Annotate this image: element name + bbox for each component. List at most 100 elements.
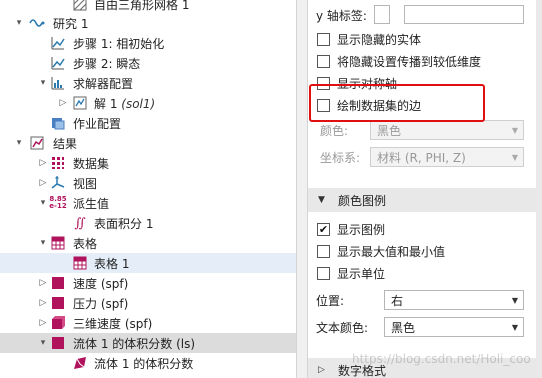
legend-position-label: 位置:: [316, 293, 345, 308]
tree-item-step1[interactable]: 步骤 1: 相初始化: [0, 33, 296, 53]
tree-item-label: 派生值: [73, 196, 110, 211]
collapse-icon[interactable]: ▾: [14, 138, 24, 148]
tree-item-label: 步骤 2: 瞬态: [73, 56, 141, 71]
tree-item-results[interactable]: ▾ 结果: [0, 133, 296, 153]
tree-item-velocity[interactable]: ▷ 速度 (spf): [0, 273, 296, 293]
tree-item-label: 流体 1 的体积分数 (ls): [73, 336, 196, 351]
expand-icon[interactable]: ▷: [38, 318, 48, 328]
tree-item-views[interactable]: ▷ 视图: [0, 173, 296, 193]
show-legend-checkbox[interactable]: ✔: [317, 222, 330, 236]
y-axis-label-row: y 轴标签:: [308, 4, 536, 26]
tree-item-fluid-volume-fraction[interactable]: ▾ 流体 1 的体积分数 (ls): [0, 333, 296, 353]
expand-icon[interactable]: ▷: [38, 298, 48, 308]
plot-group-icon: [50, 295, 66, 311]
legend-text-color-select[interactable]: 黑色 ▼: [384, 317, 524, 337]
tree-item-study[interactable]: ▾ 研究 1: [0, 13, 296, 33]
collapse-icon[interactable]: ▾: [38, 238, 48, 248]
plot-group-3d-icon: [50, 315, 66, 331]
propagate-hiding-checkbox[interactable]: [317, 54, 330, 68]
edge-color-row: 颜色: 黑色 ▼: [308, 119, 536, 141]
solution-icon: [72, 95, 88, 111]
settings-scrollbar[interactable]: [536, 0, 542, 378]
show-symmetry-axis-row[interactable]: 显示对称轴: [308, 72, 536, 94]
show-max-min-row[interactable]: 显示最大值和最小值: [308, 240, 536, 262]
expand-icon: ▷: [318, 365, 325, 375]
plot-group-icon: [50, 275, 66, 291]
coord-system-label: 坐标系:: [320, 150, 361, 165]
legend-position-select[interactable]: 右 ▼: [384, 290, 524, 310]
chevron-down-icon: ▼: [511, 152, 518, 162]
coord-system-select[interactable]: 材料 (R, PHI, Z) ▼: [370, 147, 524, 167]
tree-item-label: 三维速度 (spf): [73, 316, 153, 331]
show-units-checkbox[interactable]: [317, 266, 330, 280]
study-icon: [29, 15, 45, 31]
results-icon: [29, 135, 45, 151]
table-icon: [72, 255, 88, 271]
expand-icon[interactable]: ▷: [38, 278, 48, 288]
tree-item-3d-velocity[interactable]: ▷ 三维速度 (spf): [0, 313, 296, 333]
tree-item-derived-values[interactable]: ▾ 8.85 e-12 派生值: [0, 193, 296, 213]
tree-item-label: 研究 1: [53, 16, 89, 31]
collapse-icon: ▼: [318, 195, 325, 205]
coord-system-value: 材料 (R, PHI, Z): [377, 150, 466, 165]
edge-color-label: 颜色:: [320, 123, 349, 138]
color-legend-section-header[interactable]: ▼ 颜色图例: [308, 188, 536, 212]
collapse-icon[interactable]: ▾: [14, 18, 24, 28]
show-max-min-checkbox[interactable]: [317, 244, 330, 258]
show-legend-row[interactable]: ✔ 显示图例: [308, 218, 536, 240]
draw-dataset-edges-checkbox[interactable]: [317, 98, 330, 112]
collapse-icon[interactable]: ▾: [38, 198, 48, 208]
expand-icon[interactable]: ▷: [38, 158, 48, 168]
expand-icon[interactable]: ▷: [38, 178, 48, 188]
tree-item-free-triangular-mesh[interactable]: 自由三角形网格 1: [0, 0, 296, 14]
tree-item-table1[interactable]: 表格 1: [0, 253, 296, 273]
tree-item-datasets[interactable]: ▷ 数据集: [0, 153, 296, 173]
edge-color-select[interactable]: 黑色 ▼: [370, 120, 524, 140]
expand-icon[interactable]: ▷: [58, 98, 68, 108]
step-icon: [50, 35, 66, 51]
tree-item-label: 流体 1 的体积分数: [94, 356, 194, 371]
tree-item-tables[interactable]: ▾ 表格: [0, 233, 296, 253]
tree-item-label: 数据集: [73, 156, 110, 171]
coord-system-row: 坐标系: 材料 (R, PHI, Z) ▼: [308, 146, 536, 168]
show-units-row[interactable]: 显示单位: [308, 262, 536, 284]
show-hidden-entities-label: 显示隐藏的实体: [337, 32, 422, 47]
derived-values-icon: 8.85 e-12: [49, 195, 67, 210]
collapse-icon[interactable]: ▾: [38, 78, 48, 88]
watermark: https://blog.csdn.net/Holi_coo: [352, 352, 531, 366]
tree-item-label: 解 1 (sol1): [94, 96, 156, 111]
tree-item-fluid-volume-fraction-surface[interactable]: 流体 1 的体积分数: [0, 353, 296, 373]
tree-item-label: 结果: [53, 136, 78, 151]
tree-item-job-configurations[interactable]: 作业配置: [0, 113, 296, 133]
table-icon: [50, 235, 66, 251]
show-hidden-entities-row[interactable]: 显示隐藏的实体: [308, 28, 536, 50]
plot-group-icon: [50, 335, 66, 351]
propagate-hiding-row[interactable]: 将隐藏设置传播到较低维度: [308, 50, 536, 72]
draw-dataset-edges-row[interactable]: 绘制数据集的边: [308, 94, 536, 116]
tree-item-label: 求解器配置: [73, 76, 134, 91]
tree-item-solution[interactable]: ▷ 解 1 (sol1): [0, 93, 296, 113]
mesh-icon: [72, 0, 88, 12]
legend-position-value: 右: [391, 293, 404, 308]
show-symmetry-axis-checkbox[interactable]: [317, 76, 330, 90]
tree-item-solver-configurations[interactable]: ▾ 求解器配置: [0, 73, 296, 93]
panel-splitter[interactable]: [296, 0, 308, 378]
tree-item-step2[interactable]: 步骤 2: 瞬态: [0, 53, 296, 73]
collapse-icon[interactable]: ▾: [38, 338, 48, 348]
tree-item-label: 步骤 1: 相初始化: [73, 36, 165, 51]
surface-plot-icon: [72, 355, 88, 371]
integral-icon: ∬: [74, 215, 86, 231]
job-config-icon: [50, 115, 66, 131]
show-symmetry-axis-label: 显示对称轴: [337, 76, 398, 91]
solver-icon: [50, 75, 66, 91]
tree-item-surface-integration[interactable]: ∬ 表面积分 1: [0, 213, 296, 233]
y-axis-label: y 轴标签:: [316, 8, 367, 23]
show-units-label: 显示单位: [337, 266, 386, 281]
legend-text-color-row: 文本颜色: 黑色 ▼: [308, 316, 536, 338]
legend-text-color-label: 文本颜色:: [316, 320, 369, 335]
y-axis-label-input[interactable]: [404, 5, 524, 24]
tree-item-pressure[interactable]: ▷ 压力 (spf): [0, 293, 296, 313]
y-axis-enable-checkbox[interactable]: [374, 5, 390, 24]
edge-color-value: 黑色: [377, 123, 402, 138]
show-hidden-entities-checkbox[interactable]: [317, 32, 330, 46]
